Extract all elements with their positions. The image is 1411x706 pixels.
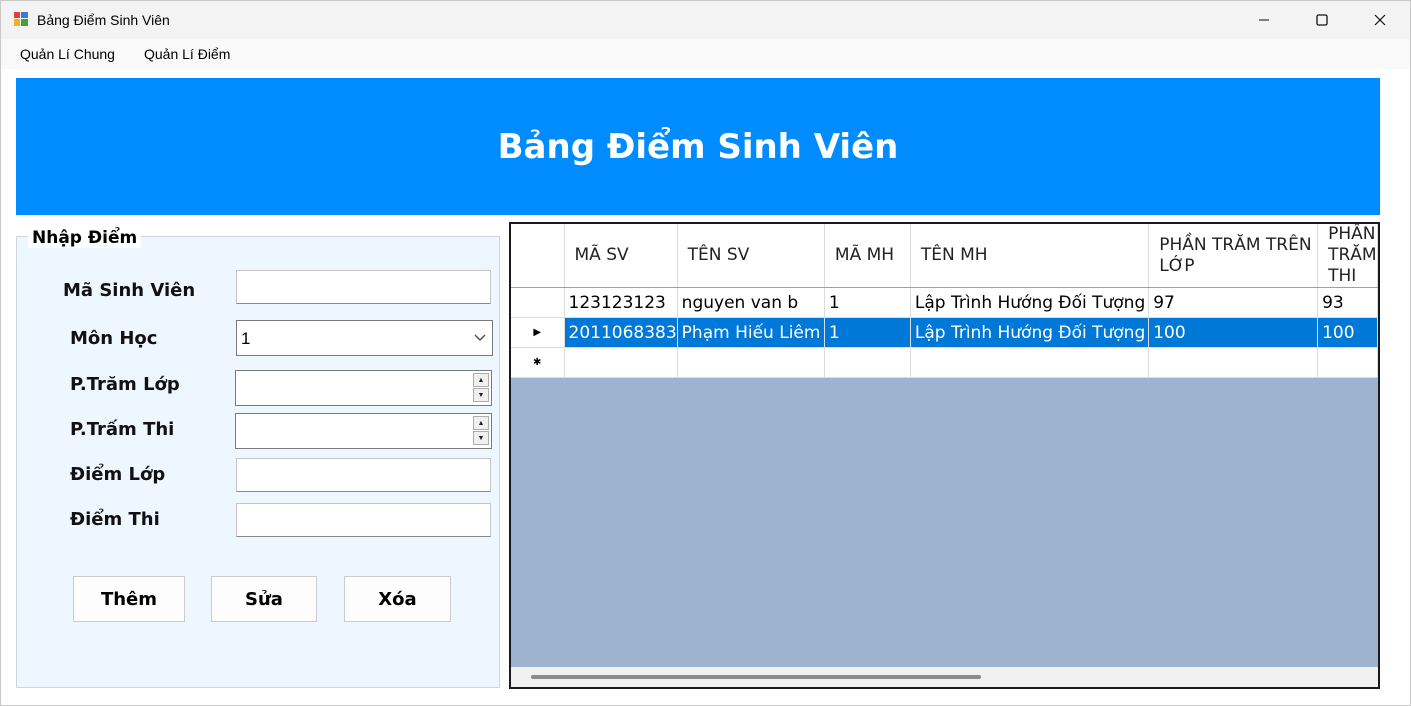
cell-ma-mh[interactable]: 1 — [824, 317, 911, 348]
mon-hoc-value: 1 — [241, 329, 251, 348]
cell-ten-sv[interactable]: Phạm Hiếu Liêm — [677, 317, 825, 348]
label-diem-thi: Điểm Thi — [70, 509, 160, 530]
header-banner: Bảng Điểm Sinh Viên — [16, 78, 1380, 215]
new-row[interactable]: ✱ — [511, 347, 1378, 378]
column-header[interactable]: PHẦN TRĂM TRÊN LỚP — [1148, 224, 1319, 288]
column-header[interactable]: TÊN MH — [910, 224, 1150, 288]
scores-table: MÃ SV TÊN SV MÃ MH TÊN MH PHẦN TRĂM TRÊN… — [511, 224, 1378, 378]
cell-ma-sv[interactable]: 2011068383 — [564, 317, 678, 348]
cell-empty[interactable] — [910, 347, 1150, 378]
column-header[interactable]: PHẦN TRĂM THI — [1317, 224, 1378, 288]
mon-hoc-combobox[interactable]: 1 — [236, 320, 493, 356]
chevron-down-icon — [474, 334, 486, 341]
cell-ten-sv[interactable]: nguyen van b — [677, 287, 825, 318]
maximize-button[interactable] — [1293, 1, 1351, 39]
column-header[interactable]: MÃ SV — [564, 224, 678, 288]
app-icon — [14, 12, 28, 26]
cell-phan-tram-thi[interactable]: 93 — [1317, 287, 1378, 318]
scores-datagrid[interactable]: MÃ SV TÊN SV MÃ MH TÊN MH PHẦN TRĂM TRÊN… — [509, 222, 1380, 689]
cell-ma-sv[interactable]: 123123123 — [564, 287, 678, 318]
maximize-icon — [1316, 14, 1328, 26]
arrow-up-icon: ▲ — [477, 419, 485, 427]
menu-quan-li-diem[interactable]: Quản Lí Điểm — [144, 46, 230, 62]
ma-sinh-vien-input[interactable] — [236, 270, 491, 304]
label-ma-sinh-vien: Mã Sinh Viên — [63, 280, 196, 301]
p-tram-thi-spinner[interactable]: ▲ ▼ — [235, 413, 492, 449]
diem-thi-input[interactable] — [236, 503, 491, 537]
cell-empty[interactable] — [564, 347, 678, 378]
spin-up-button[interactable]: ▲ — [473, 373, 489, 387]
row-header[interactable]: ▶ — [511, 317, 565, 348]
spin-up-button[interactable]: ▲ — [473, 416, 489, 430]
new-row-asterisk-icon: ✱ — [533, 357, 542, 368]
cell-phan-tram-lop[interactable]: 97 — [1148, 287, 1319, 318]
group-title: Nhập Điểm — [28, 228, 142, 248]
close-button[interactable] — [1351, 1, 1409, 39]
sua-button[interactable]: Sửa — [211, 576, 317, 622]
arrow-up-icon: ▲ — [477, 376, 485, 384]
current-row-arrow-icon: ▶ — [533, 327, 542, 338]
arrow-down-icon: ▼ — [477, 434, 485, 442]
spin-down-button[interactable]: ▼ — [473, 388, 489, 402]
cell-empty[interactable] — [1148, 347, 1319, 378]
label-p-tram-lop: P.Trăm Lớp — [70, 374, 180, 395]
header-row: MÃ SV TÊN SV MÃ MH TÊN MH PHẦN TRĂM TRÊN… — [511, 224, 1378, 288]
row-header[interactable]: ✱ — [511, 347, 565, 378]
scrollbar-thumb[interactable] — [531, 675, 981, 679]
cell-empty[interactable] — [824, 347, 911, 378]
them-button[interactable]: Thêm — [73, 576, 185, 622]
cell-phan-tram-thi[interactable]: 100 — [1317, 317, 1378, 348]
column-header[interactable]: MÃ MH — [824, 224, 911, 288]
horizontal-scrollbar[interactable] — [511, 667, 1378, 687]
cell-empty[interactable] — [1317, 347, 1378, 378]
minimize-button[interactable] — [1235, 1, 1293, 39]
xoa-button[interactable]: Xóa — [344, 576, 451, 622]
label-mon-hoc: Môn Học — [70, 328, 158, 349]
cell-phan-tram-lop[interactable]: 100 — [1148, 317, 1319, 348]
table-row[interactable]: 123123123 nguyen van b 1 Lập Trình Hướng… — [511, 287, 1378, 318]
table-row[interactable]: ▶ 2011068383 Phạm Hiếu Liêm 1 Lập Trình … — [511, 317, 1378, 348]
label-p-tram-thi: P.Trấm Thi — [70, 419, 175, 440]
diem-lop-input[interactable] — [236, 458, 491, 492]
p-tram-lop-spinner[interactable]: ▲ ▼ — [235, 370, 492, 406]
cell-ten-mh[interactable]: Lập Trình Hướng Đối Tượng — [910, 317, 1150, 348]
row-header[interactable] — [511, 287, 565, 318]
cell-ten-mh[interactable]: Lập Trình Hướng Đối Tượng — [910, 287, 1150, 318]
cell-ma-mh[interactable]: 1 — [824, 287, 911, 318]
cell-empty[interactable] — [677, 347, 825, 378]
spin-down-button[interactable]: ▼ — [473, 431, 489, 445]
menu-bar: Quản Lí Chung Quản Lí Điểm — [1, 39, 1410, 69]
page-title: Bảng Điểm Sinh Viên — [497, 126, 899, 167]
minimize-icon — [1259, 19, 1269, 21]
menu-quan-li-chung[interactable]: Quản Lí Chung — [20, 46, 115, 62]
label-diem-lop: Điểm Lớp — [70, 464, 166, 485]
close-icon — [1374, 14, 1386, 26]
title-bar: Bảng Điểm Sinh Viên — [1, 1, 1410, 39]
arrow-down-icon: ▼ — [477, 391, 485, 399]
window-title: Bảng Điểm Sinh Viên — [37, 12, 170, 28]
row-header-corner — [511, 224, 565, 288]
column-header[interactable]: TÊN SV — [677, 224, 825, 288]
